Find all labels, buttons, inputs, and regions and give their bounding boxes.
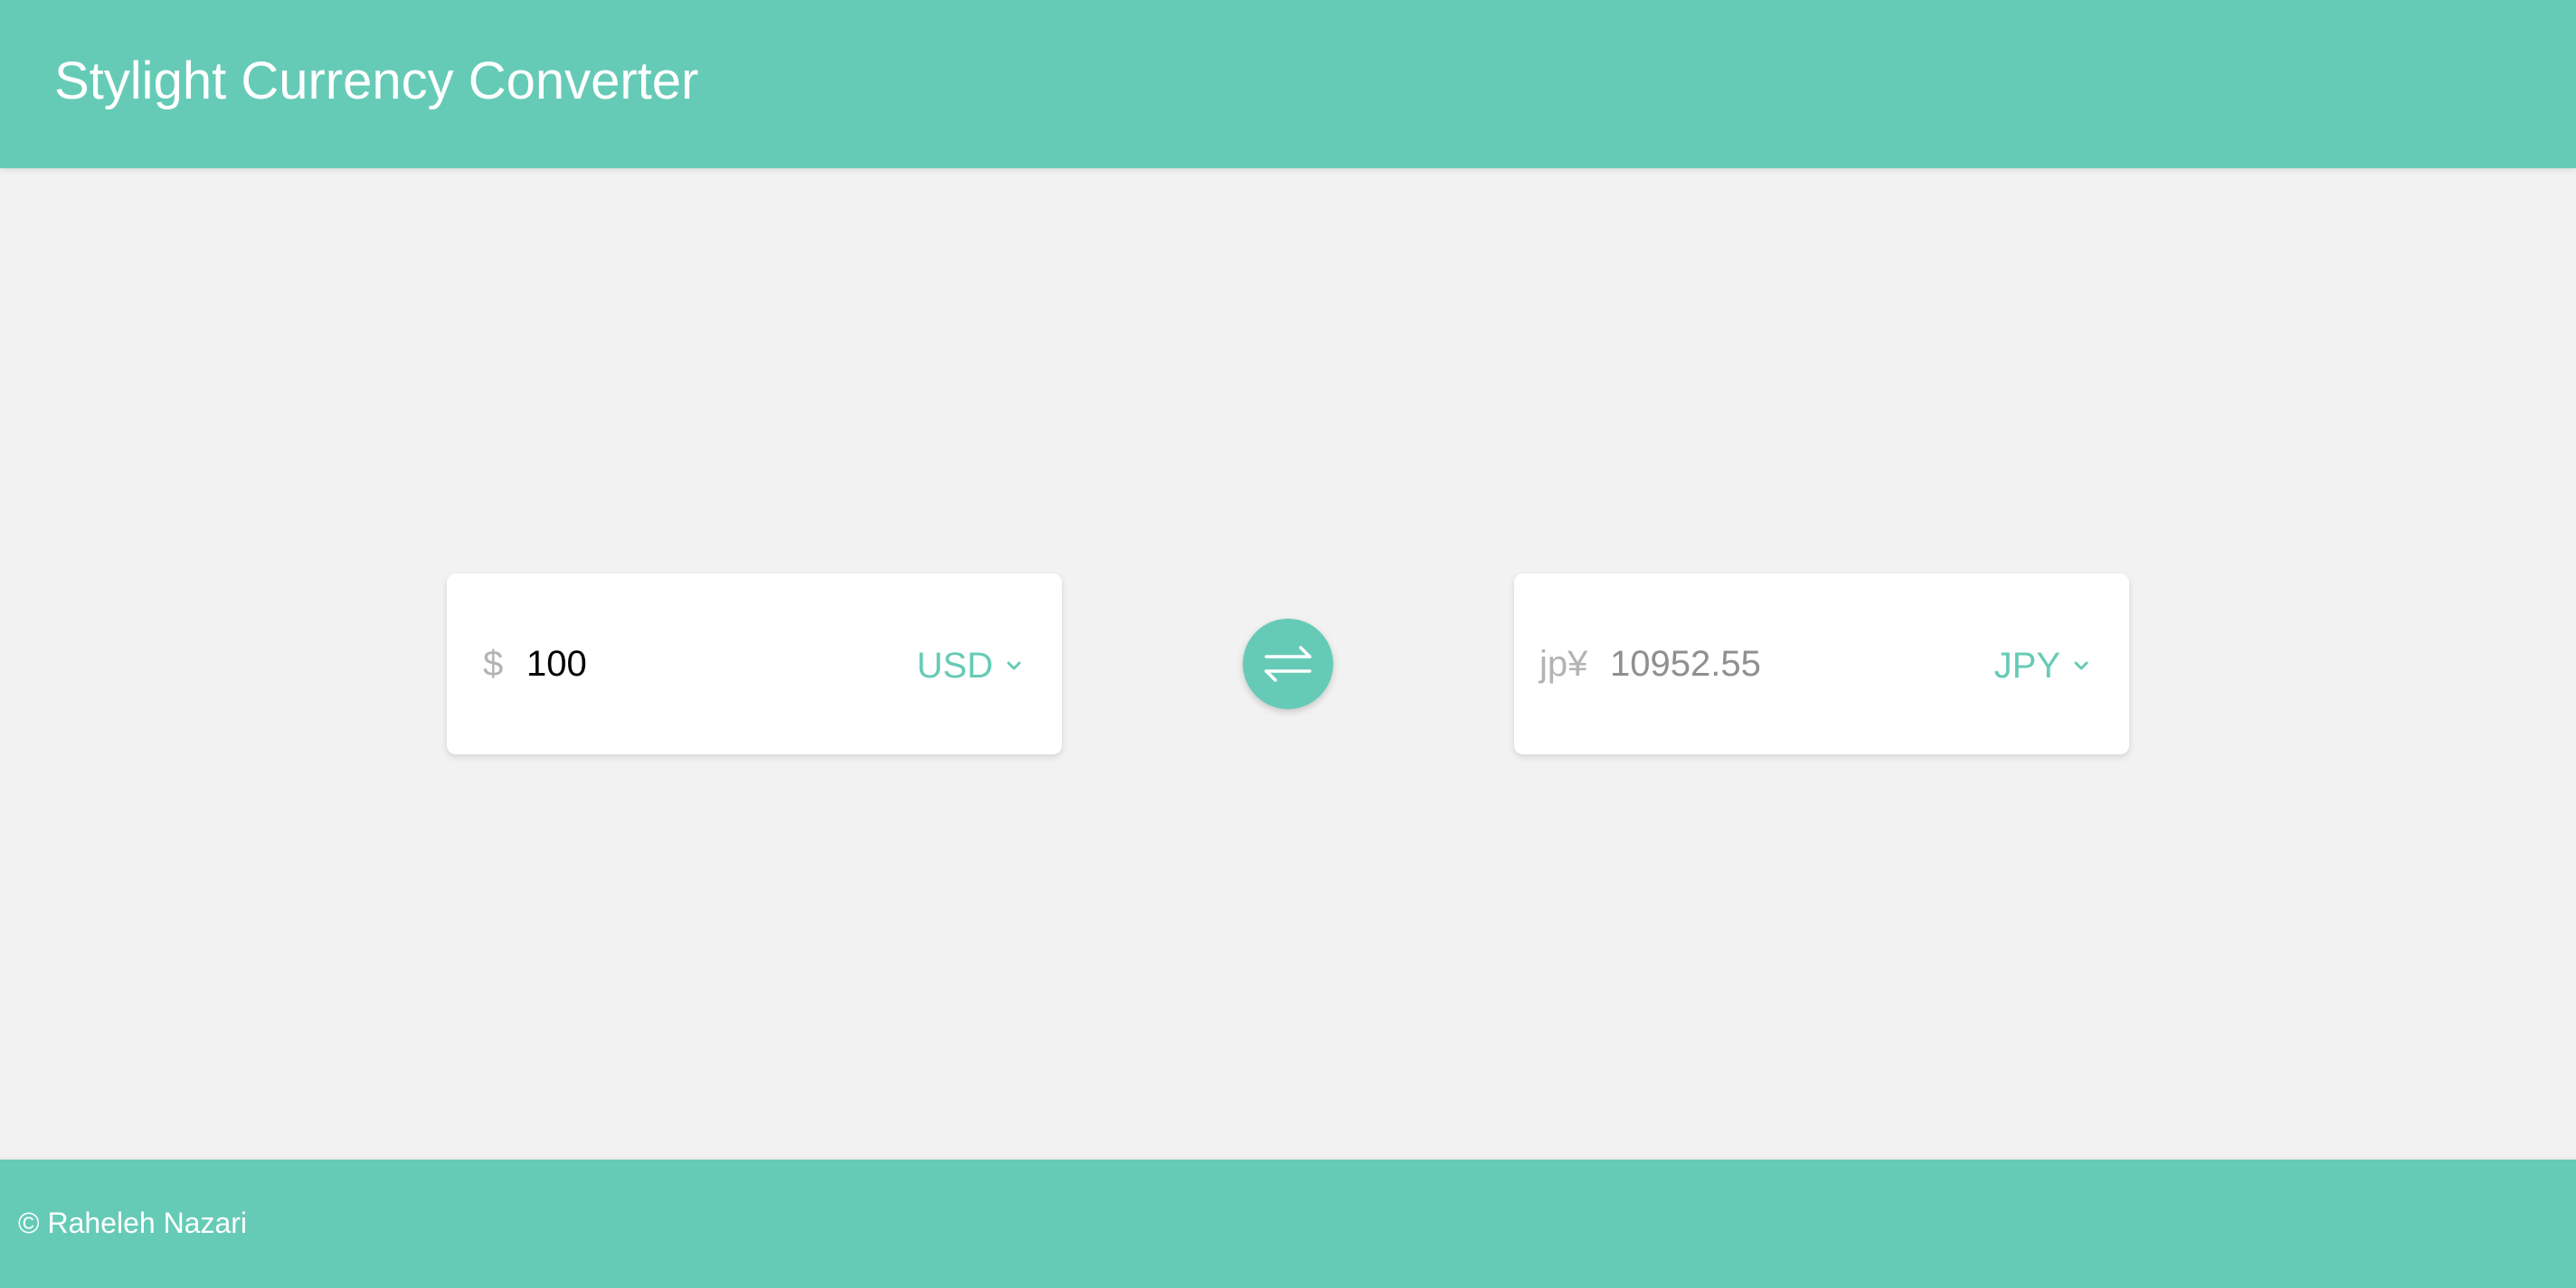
swap-arrows-icon (1264, 646, 1312, 682)
chevron-down-icon (1007, 661, 1021, 670)
to-amount-output (1610, 630, 1881, 698)
to-currency-code: JPY (1994, 646, 2060, 687)
swap-currencies-button[interactable] (1243, 619, 1333, 709)
to-currency-symbol: jp¥ (1539, 644, 1588, 684)
from-amount-input[interactable] (526, 630, 798, 698)
app-title: Stylight Currency Converter (54, 52, 699, 110)
from-currency-select[interactable]: USD (917, 573, 1024, 754)
from-currency-card: $ USD (447, 573, 1062, 754)
app-footer: © Raheleh Nazari (0, 1160, 2576, 1288)
copyright-text: © Raheleh Nazari (18, 1207, 248, 1239)
to-currency-card: jp¥ JPY (1514, 573, 2129, 754)
from-currency-code: USD (916, 646, 993, 687)
chevron-down-icon (2074, 661, 2088, 670)
app-header: Stylight Currency Converter (0, 0, 2576, 168)
to-currency-select[interactable]: JPY (1994, 573, 2091, 754)
from-currency-symbol: $ (483, 644, 504, 684)
